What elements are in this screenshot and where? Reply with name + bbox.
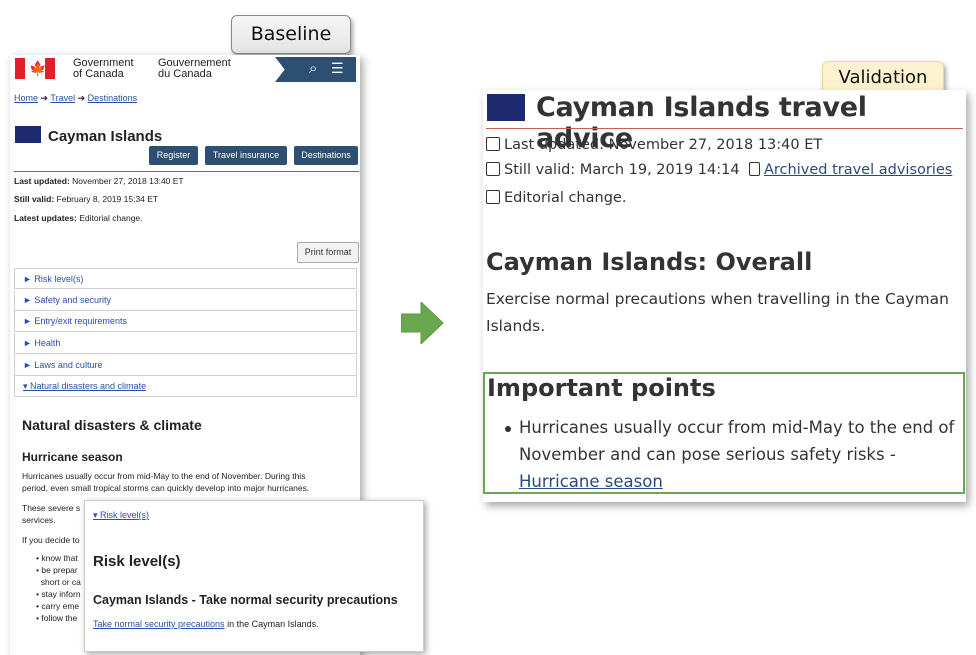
print-format-button[interactable]: Print format [297,242,359,263]
last-updated: Last updated: November 27, 2018 13:40 ET [486,137,822,153]
calendar-check-icon [486,162,500,176]
advice-list: • know that • be prepar short or ca • st… [36,552,81,624]
accordion-health[interactable]: ► Health [14,333,357,354]
overall-heading: Cayman Islands: Overall [486,248,813,276]
popup-text: Take normal security precautions in the … [93,619,319,629]
accordion-safety[interactable]: ► Safety and security [14,290,357,311]
search-menu-bar[interactable]: ⌕ ☰ [275,57,356,82]
government-header: 🍁 Government of Canada Gouvernement du Can… [10,55,360,88]
country-title: Cayman Islands [48,128,163,145]
validation-screenshot: Cayman Islands travel advice Last update… [483,90,966,502]
risk-level-popup: ▾ Risk level(s) Risk level(s) Cayman Isl… [84,500,424,652]
edit-icon [486,190,500,204]
gov-name-en: Government of Canada [73,57,134,80]
hurricane-season-link[interactable]: Hurricane season [519,472,663,491]
severe-paragraph: These severe s services. [22,503,81,525]
cayman-flag-icon [15,126,41,143]
breadcrumb: Home ➔ Travel ➔ Destinations [14,93,138,103]
travel-insurance-button[interactable]: Travel insurance [205,146,287,165]
divider [486,128,963,129]
cayman-flag-icon [487,94,525,121]
overall-text: Exercise normal precautions when travell… [486,290,949,335]
breadcrumb-home[interactable]: Home [14,93,38,103]
baseline-label: Baseline [231,15,351,54]
important-bullet: Hurricanes usually occur from mid-May to… [519,418,955,491]
breadcrumb-destinations[interactable]: Destinations [88,93,138,103]
list-item: • stay inforn [36,589,81,599]
right-arrow-icon [401,302,443,344]
accordion-laws[interactable]: ► Laws and culture [14,355,357,376]
list-item: • carry eme [36,601,80,611]
register-button[interactable]: Register [149,146,198,165]
popup-heading: Risk level(s) [93,553,181,570]
bullet-icon [505,426,511,432]
still-valid: Still valid: February 8, 2019 15:34 ET [14,194,159,204]
breadcrumb-travel[interactable]: Travel [50,93,75,103]
important-points-highlight: Important points Hurricanes usually occu… [483,372,965,494]
list-item: • be prepar [36,565,78,575]
popup-risk-link[interactable]: ▾ Risk level(s) [93,510,149,521]
popup-normal-precautions-link[interactable]: Take normal security precautions [93,619,225,629]
calendar-plus-icon [486,137,500,151]
still-valid: Still valid: March 19, 2019 14:14 [486,162,740,178]
important-heading: Important points [487,374,716,402]
popup-subheading: Cayman Islands - Take normal security pr… [93,593,398,607]
decide-paragraph: If you decide to [22,535,80,545]
accordion-entry-exit[interactable]: ► Entry/exit requirements [14,311,357,332]
subsection-title: Hurricane season [22,450,123,464]
document-icon [749,162,760,176]
menu-list-icon[interactable]: ☰ [331,60,344,77]
accordion-risk-levels[interactable]: ► Risk level(s) [14,268,357,289]
canada-flag-icon: 🍁 [15,58,55,79]
divider [14,171,359,172]
list-item: • follow the [36,613,78,623]
destinations-button[interactable]: Destinations [294,146,358,165]
archived-advisories-link[interactable]: Archived travel advisories [764,162,952,178]
gov-name-fr: Gouvernement du Canada [158,57,231,80]
archived-advisories[interactable]: Archived travel advisories [749,162,952,178]
hurricane-paragraph: Hurricanes usually occur from mid-May to… [22,471,310,493]
accordion-natural-disasters[interactable]: ▾ Natural disasters and climate [14,376,357,397]
section-title: Natural disasters & climate [22,417,202,433]
editorial-change: Editorial change. [486,190,626,206]
search-icon[interactable]: ⌕ [309,60,317,77]
list-item: short or ca [40,577,81,587]
latest-updates: Latest updates: Editorial change. [14,213,143,223]
list-item: • know that [36,553,78,563]
last-updated: Last updated: November 27, 2018 13:40 ET [14,176,184,186]
